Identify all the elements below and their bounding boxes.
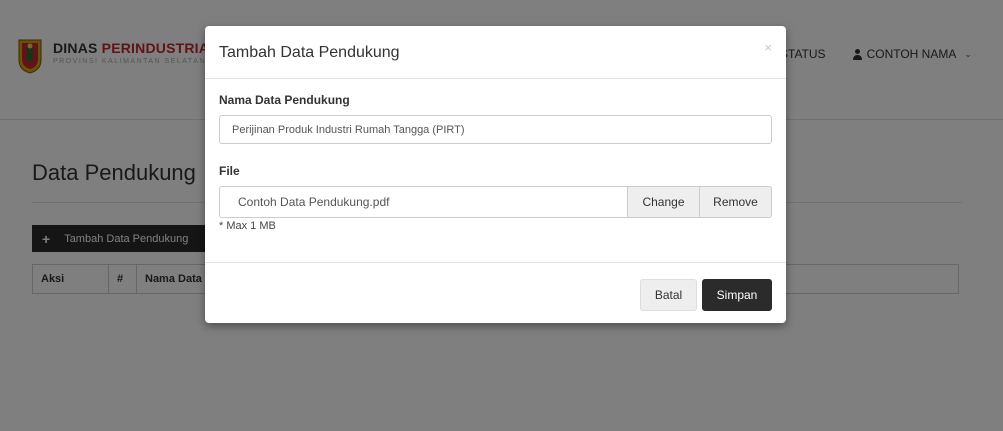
modal-footer: Batal Simpan bbox=[205, 262, 786, 323]
modal-header: Tambah Data Pendukung × bbox=[205, 26, 786, 79]
file-field-label: File bbox=[219, 164, 240, 178]
name-field-label: Nama Data Pendukung bbox=[219, 93, 350, 107]
add-data-modal: Tambah Data Pendukung × Nama Data Penduk… bbox=[205, 26, 786, 323]
file-name-display[interactable]: Contoh Data Pendukung.pdf bbox=[219, 186, 628, 218]
file-field-group: File Contoh Data Pendukung.pdf Change Re… bbox=[219, 164, 772, 232]
close-icon[interactable]: × bbox=[764, 40, 772, 55]
file-size-hint: * Max 1 MB bbox=[219, 220, 276, 232]
save-button[interactable]: Simpan bbox=[702, 279, 772, 311]
file-input: Contoh Data Pendukung.pdf Change Remove bbox=[219, 186, 772, 218]
change-file-button[interactable]: Change bbox=[628, 186, 700, 218]
remove-file-button[interactable]: Remove bbox=[700, 186, 772, 218]
modal-title: Tambah Data Pendukung bbox=[219, 44, 400, 61]
name-field[interactable] bbox=[219, 115, 772, 144]
cancel-button[interactable]: Batal bbox=[640, 279, 697, 311]
modal-body: Nama Data Pendukung File Contoh Data Pen… bbox=[205, 79, 786, 232]
